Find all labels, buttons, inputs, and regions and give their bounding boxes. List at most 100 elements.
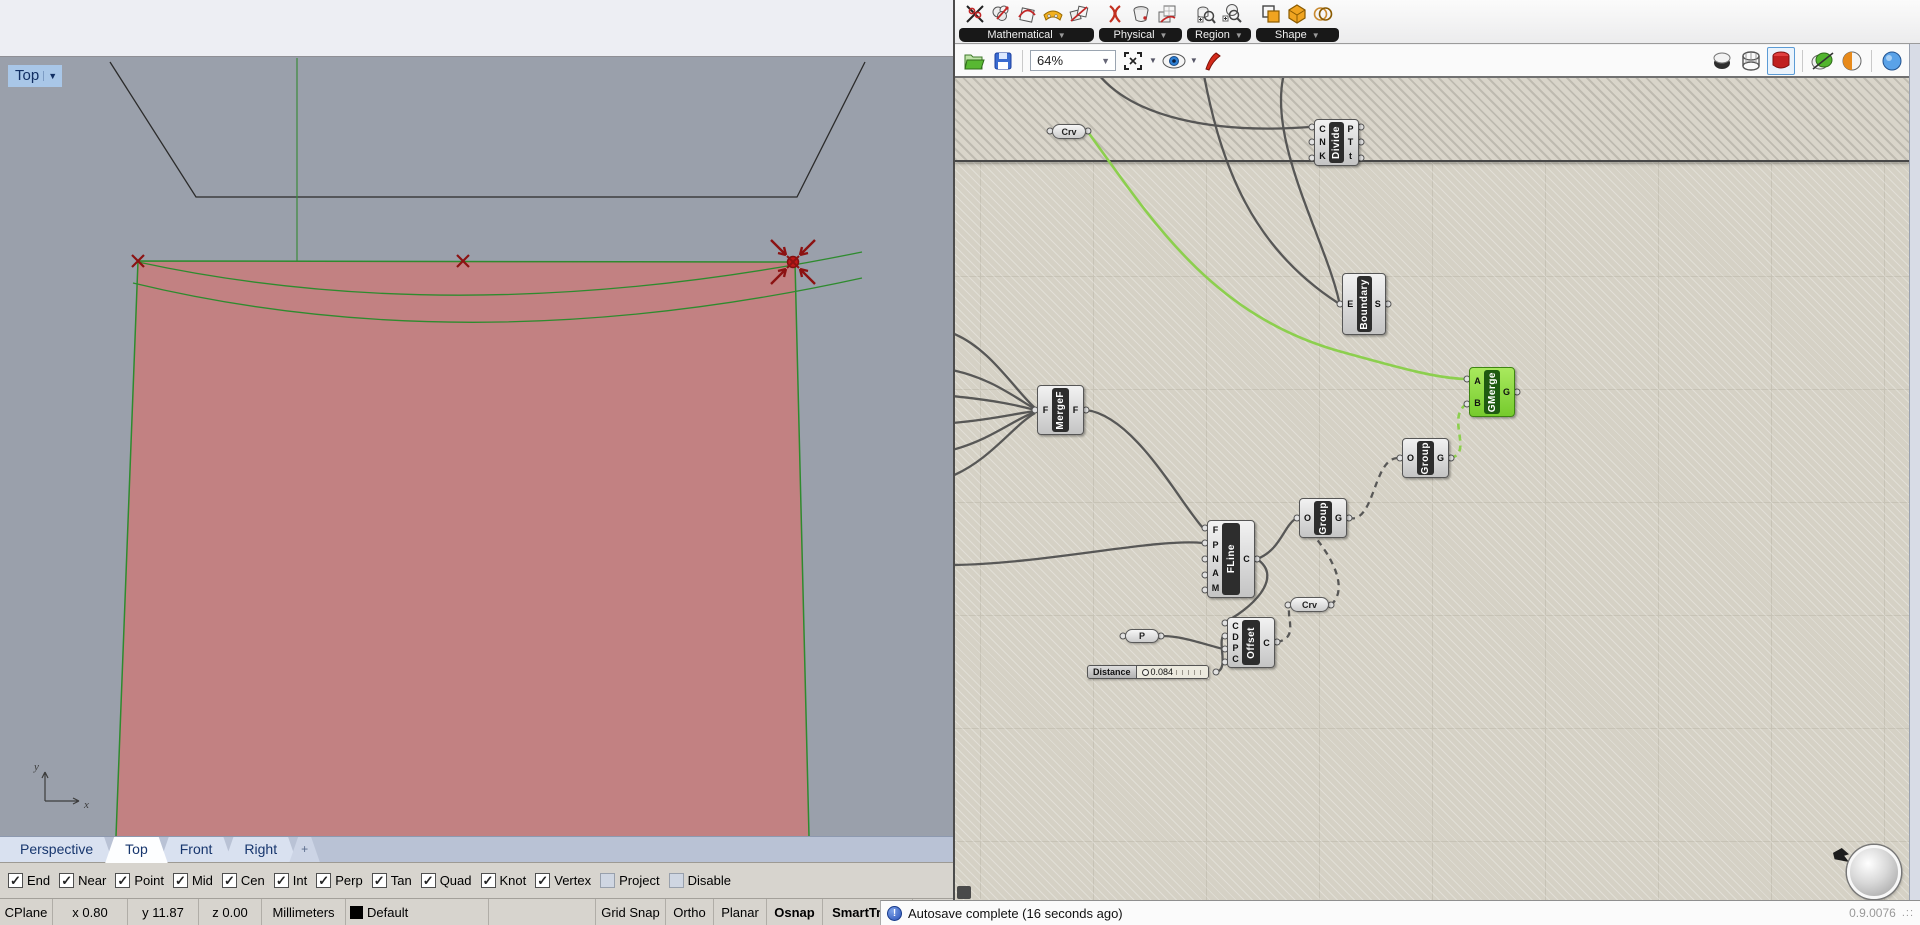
osnap-near[interactable]: ✓ Near bbox=[59, 873, 106, 888]
osnap-project[interactable]: Project bbox=[600, 873, 660, 888]
slider-label[interactable]: Distance bbox=[1087, 665, 1137, 679]
port-label[interactable]: C bbox=[1263, 638, 1270, 648]
sketch-pen-icon[interactable] bbox=[1202, 48, 1227, 74]
port-label[interactable]: A bbox=[1474, 376, 1481, 386]
port-label[interactable]: O bbox=[1304, 513, 1311, 523]
crossed-planes-icon[interactable] bbox=[1066, 1, 1091, 27]
tab-right[interactable]: Right bbox=[224, 837, 297, 863]
gh-param-crv2[interactable]: Crv bbox=[1290, 597, 1329, 612]
port-label[interactable]: G bbox=[1503, 387, 1510, 397]
gh-node-fline[interactable]: F P N A M FLine C bbox=[1207, 520, 1255, 598]
slider-knob[interactable] bbox=[1141, 668, 1149, 676]
preview-off-icon[interactable] bbox=[1709, 48, 1734, 74]
gh-node-divide[interactable]: C N K Divide P T t bbox=[1314, 119, 1359, 166]
preview-half-icon[interactable] bbox=[1839, 48, 1864, 74]
node-label[interactable]: FLine bbox=[1222, 523, 1240, 595]
checkbox-unchecked[interactable] bbox=[668, 873, 684, 888]
preview-selected-only-icon[interactable] bbox=[1810, 48, 1835, 74]
gh-param-crv1[interactable]: Crv bbox=[1052, 124, 1086, 139]
point-cloud-icon[interactable] bbox=[988, 1, 1013, 27]
trapezoid-outline-curve[interactable] bbox=[109, 61, 866, 198]
status-layer[interactable]: Default bbox=[346, 899, 489, 925]
port-label[interactable]: F bbox=[1073, 405, 1079, 415]
checkbox-checked[interactable]: ✓ bbox=[535, 873, 551, 888]
osnap-mid[interactable]: ✓ Mid bbox=[172, 873, 213, 888]
group-shape-bar[interactable]: Shape ▼ bbox=[1255, 28, 1339, 42]
checkbox-checked[interactable]: ✓ bbox=[115, 873, 131, 888]
command-area[interactable] bbox=[0, 0, 953, 57]
region-magnifier2-icon[interactable] bbox=[1219, 1, 1244, 27]
selected-wire-green-dashed[interactable] bbox=[1450, 404, 1466, 460]
tab-top[interactable]: Top bbox=[105, 837, 168, 863]
port-label[interactable]: B bbox=[1474, 398, 1481, 408]
top-viewport[interactable]: y x Top ▼ bbox=[0, 57, 953, 836]
port-label[interactable]: O bbox=[1407, 453, 1414, 463]
group-mathematical-bar[interactable]: Mathematical ▼ bbox=[959, 28, 1094, 42]
port-label[interactable]: C bbox=[1243, 554, 1250, 564]
osnap-quad[interactable]: ✓ Quad bbox=[420, 873, 472, 888]
status-cplane[interactable]: CPlane bbox=[0, 899, 53, 925]
tab-add-button[interactable]: + bbox=[289, 837, 320, 863]
status-planar[interactable]: Planar bbox=[714, 899, 767, 925]
gh-node-mergef[interactable]: F MergeF F bbox=[1037, 385, 1084, 435]
osnap-disable[interactable]: Disable bbox=[668, 873, 731, 888]
port-label[interactable]: G bbox=[1335, 513, 1342, 523]
node-label[interactable]: MergeF bbox=[1052, 388, 1069, 432]
resize-grip[interactable]: .:: bbox=[1902, 907, 1914, 919]
ribbon-cross-icon[interactable] bbox=[1102, 1, 1127, 27]
plane-curve-icon[interactable] bbox=[1014, 1, 1039, 27]
selected-wire-green[interactable] bbox=[1086, 131, 1466, 381]
display-blue-sphere-icon[interactable] bbox=[1879, 48, 1904, 74]
checkbox-checked[interactable]: ✓ bbox=[172, 873, 188, 888]
port-label[interactable]: C bbox=[1232, 654, 1239, 664]
dashed-wires[interactable] bbox=[1276, 456, 1399, 644]
osnap-int[interactable]: ✓ Int bbox=[273, 873, 307, 888]
group-region-bar[interactable]: Region ▼ bbox=[1187, 28, 1251, 42]
gh-canvas[interactable]: Crv P Crv C N K Divide P T t E Boundary bbox=[955, 78, 1920, 900]
preview-shaded-icon-selected[interactable] bbox=[1767, 46, 1796, 75]
port-label[interactable]: E bbox=[1347, 299, 1353, 309]
saddle-surface-icon[interactable] bbox=[1040, 1, 1065, 27]
gh-slider-distance[interactable]: Distance 0.084 bbox=[1087, 665, 1209, 679]
node-label[interactable]: Divide bbox=[1329, 122, 1344, 163]
gh-node-group-lower[interactable]: O Group G bbox=[1299, 498, 1347, 538]
osnap-knot[interactable]: ✓ Knot bbox=[480, 873, 526, 888]
status-units[interactable]: Millimeters bbox=[262, 899, 346, 925]
group-physical-bar[interactable]: Physical ▼ bbox=[1099, 28, 1182, 42]
canvas-navigation-ball[interactable] bbox=[1847, 845, 1901, 899]
checkbox-checked[interactable]: ✓ bbox=[420, 873, 436, 888]
osnap-point[interactable]: ✓ Point bbox=[115, 873, 164, 888]
osnap-end[interactable]: ✓ End bbox=[8, 873, 50, 888]
chevron-down-icon[interactable]: ▼ bbox=[1149, 56, 1157, 65]
chevron-down-icon[interactable]: ▼ bbox=[1190, 56, 1198, 65]
checkbox-checked[interactable]: ✓ bbox=[371, 873, 387, 888]
node-label[interactable]: Group bbox=[1417, 441, 1434, 475]
port-label[interactable]: N bbox=[1212, 554, 1219, 564]
osnap-cen[interactable]: ✓ Cen bbox=[221, 873, 265, 888]
port-nubs[interactable] bbox=[1031, 123, 1521, 676]
node-label[interactable]: GMerge bbox=[1484, 370, 1500, 414]
port-label[interactable]: N bbox=[1319, 137, 1326, 147]
zoom-combobox[interactable]: 64% ▼ bbox=[1030, 50, 1116, 71]
dark-wires[interactable] bbox=[955, 78, 1341, 674]
port-label[interactable]: G bbox=[1437, 453, 1444, 463]
horizontal-scrollbar-thumb[interactable] bbox=[957, 886, 971, 899]
node-label[interactable]: Group bbox=[1314, 501, 1332, 535]
mesh-stack-icon[interactable] bbox=[1154, 1, 1179, 27]
viewport-title-menu[interactable]: Top ▼ bbox=[8, 65, 63, 87]
save-icon[interactable] bbox=[990, 48, 1015, 74]
selected-surface[interactable] bbox=[116, 261, 809, 836]
gh-node-boundary[interactable]: E Boundary S bbox=[1342, 273, 1386, 335]
osnap-vertex[interactable]: ✓ Vertex bbox=[535, 873, 591, 888]
port-label[interactable]: K bbox=[1319, 151, 1326, 161]
checkbox-unchecked[interactable] bbox=[600, 873, 616, 888]
port-label[interactable]: D bbox=[1232, 632, 1239, 642]
port-label[interactable]: P bbox=[1212, 540, 1218, 550]
port-label[interactable]: C bbox=[1232, 621, 1239, 631]
osnap-tan[interactable]: ✓ Tan bbox=[371, 873, 412, 888]
port-label[interactable]: S bbox=[1375, 299, 1381, 309]
status-ortho[interactable]: Ortho bbox=[666, 899, 714, 925]
gh-wires[interactable] bbox=[955, 78, 1920, 900]
slider-track[interactable]: 0.084 bbox=[1136, 665, 1209, 679]
gh-param-p[interactable]: P bbox=[1125, 629, 1159, 643]
